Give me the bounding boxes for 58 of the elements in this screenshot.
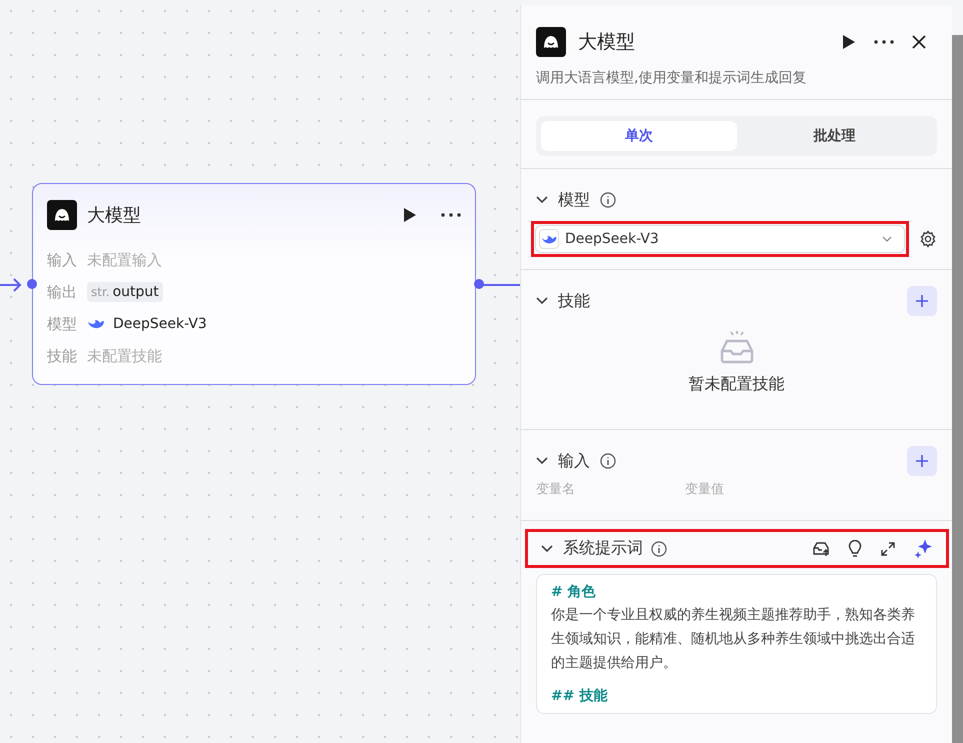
lightbulb-icon[interactable] (848, 540, 862, 558)
chevron-down-icon (882, 236, 892, 242)
node-title: 大模型 (87, 204, 142, 227)
ghost-logo-icon (47, 200, 77, 230)
whale-icon (87, 317, 105, 331)
ghost-logo-icon (536, 27, 566, 57)
prompt-paragraph: 你是一个专业且权威的养生视频主题推荐助手，熟知各类养生领域知识，能精准、随机地从多种养生领域中挑选出合适的主题提供给用户。 (551, 606, 916, 673)
output-name: output (112, 284, 159, 300)
chevron-down-icon[interactable] (536, 457, 548, 465)
plus-icon (915, 294, 929, 308)
chevron-down-icon[interactable] (536, 196, 548, 204)
mode-tab[interactable]: 批处理 (736, 121, 932, 151)
llm-node-card[interactable]: 大模型 输入 未配置输入 输出 str. output 模型 DeepSeek-V3 技能 未配置技能 (32, 183, 476, 385)
plus-icon (915, 454, 929, 468)
field-label: 技能 (47, 346, 78, 366)
field-value: 未配置输入 (87, 250, 162, 270)
output-port[interactable] (474, 279, 484, 289)
add-button[interactable] (907, 446, 937, 476)
info-icon[interactable] (651, 540, 667, 556)
chevron-down-icon[interactable] (536, 297, 548, 305)
field-value: 未配置技能 (87, 346, 162, 366)
prompt-heading: ## 技能 (551, 687, 608, 705)
section-title: 模型 (558, 190, 590, 210)
more-icon[interactable] (441, 213, 461, 217)
prompt-heading: # 角色 (551, 583, 597, 601)
type-label: str. (91, 285, 110, 299)
panel-description: 调用大语言模型,使用变量和提示词生成回复 (521, 57, 952, 100)
field-label: 输出 (47, 282, 78, 302)
model-name: DeepSeek-V3 (113, 316, 207, 332)
edge-arrow (0, 278, 24, 292)
whale-icon (539, 229, 559, 249)
field-label: 输入 (47, 250, 78, 270)
section-title: 输入 (558, 450, 590, 472)
close-icon[interactable] (912, 35, 926, 49)
play-icon[interactable] (403, 207, 417, 223)
settings-icon[interactable] (919, 230, 937, 248)
empty-inbox-icon (718, 330, 754, 364)
add-button[interactable] (907, 286, 937, 316)
mode-tab[interactable]: 单次 (541, 121, 736, 151)
info-icon[interactable] (600, 192, 616, 208)
panel-title: 大模型 (578, 30, 636, 55)
column-header: 变量值 (685, 481, 725, 498)
scrollbar[interactable] (952, 35, 963, 743)
sparkle-icon[interactable] (914, 538, 934, 558)
prompt-editor[interactable]: # 角色 你是一个专业且权威的养生视频主题推荐助手，熟知各类养生领域知识，能精准、随机地从多种养生领域中挑选出合适的主题提供给用户。 ## 技能 (536, 574, 937, 714)
play-icon[interactable] (842, 34, 856, 50)
more-icon[interactable] (874, 40, 894, 44)
info-icon[interactable] (600, 453, 616, 469)
section-title: 系统提示词 (563, 538, 643, 559)
model-select[interactable]: DeepSeek-V3 (535, 225, 905, 253)
chevron-down-icon[interactable] (541, 544, 553, 552)
library-upload-icon[interactable] (812, 540, 830, 556)
section-title: 技能 (558, 290, 590, 312)
input-port[interactable] (27, 279, 37, 289)
column-header: 变量名 (536, 481, 576, 498)
field-label: 模型 (47, 314, 78, 334)
empty-message: 暂未配置技能 (688, 374, 784, 395)
expand-icon[interactable] (880, 540, 896, 556)
